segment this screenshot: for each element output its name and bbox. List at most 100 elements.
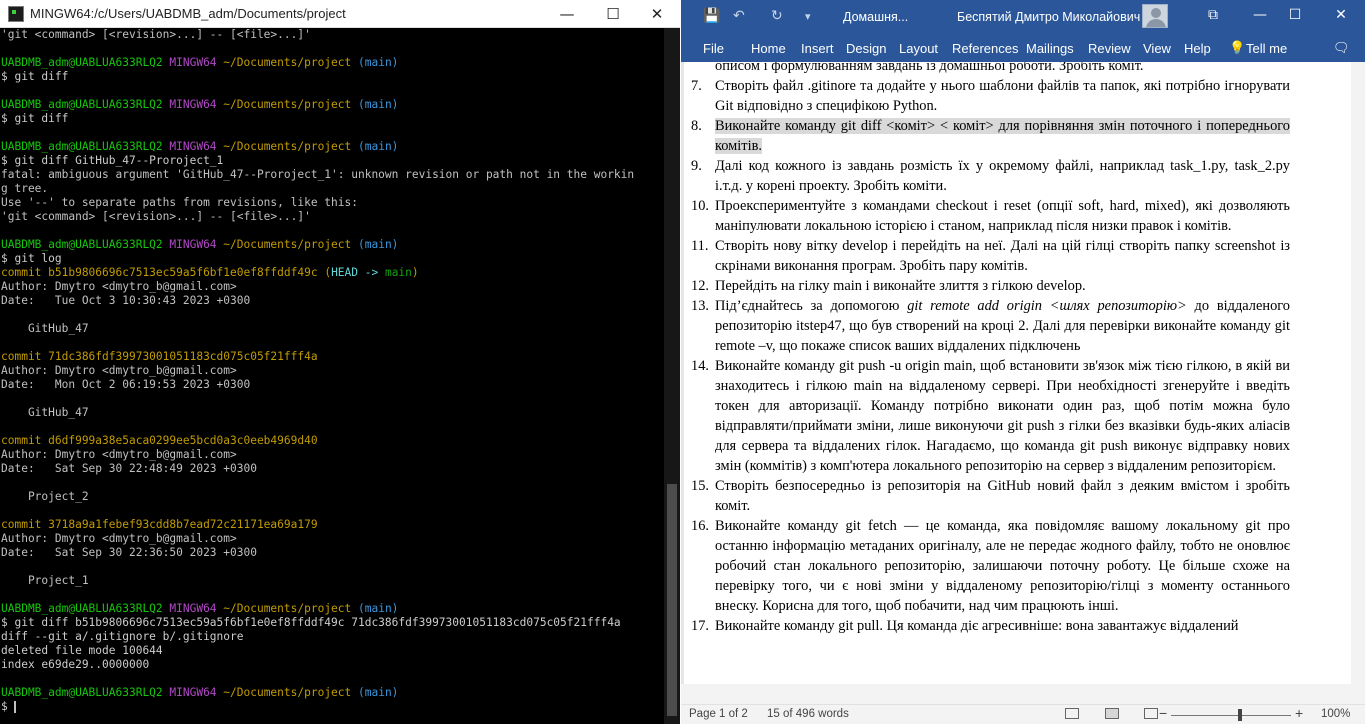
minimize-button[interactable]: —: [544, 0, 590, 28]
list-item[interactable]: 16. Виконайте команду git fetch — це кома…: [685, 516, 1290, 616]
list-text: Виконайте команду git pull. Ця команда д…: [715, 618, 1239, 634]
terminal-line: $: [1, 700, 17, 713]
list-number: 7.: [691, 78, 702, 94]
terminal-line: UABDMB_adm@UABLUA633RLQ2 MINGW64 ~/Docum…: [1, 686, 399, 699]
terminal-window[interactable]: MINGW64:/c/Users/UABDMB_adm/Documents/pr…: [0, 0, 680, 724]
list-item[interactable]: 10. Проекспериментуйте з командами checko…: [685, 196, 1290, 236]
terminal-line: $ git diff: [1, 112, 69, 125]
list-text: Під’єднайтесь за допомогою git remote ad…: [715, 298, 1291, 354]
zoom-out-button[interactable]: −: [1159, 705, 1167, 721]
ribbon-tabs: File Home Insert Design Layout Reference…: [681, 38, 1365, 60]
terminal-line: Date: Tue Oct 3 10:30:43 2023 +0300: [1, 294, 251, 307]
list-item[interactable]: 12. Перейдіть на гілку main і виконайте з…: [685, 276, 1290, 296]
terminal-line: $ git log: [1, 252, 62, 265]
tell-me-box[interactable]: Tell me: [1246, 41, 1287, 56]
list-item[interactable]: 11. Створіть нову вітку develop і перейді…: [685, 236, 1290, 276]
customize-toolbar-icon[interactable]: ▾: [805, 10, 811, 23]
ribbon-display-options-icon[interactable]: ⧉: [1198, 4, 1228, 26]
web-layout-icon[interactable]: [1144, 708, 1158, 719]
quick-access-toolbar: 💾 ↶ ↻ ▾ Домашня... Беспятий Дмитро Микол…: [681, 0, 1365, 32]
user-avatar[interactable]: [1142, 4, 1168, 28]
tab-help[interactable]: Help: [1184, 41, 1211, 56]
tab-mailings[interactable]: Mailings: [1026, 41, 1074, 56]
terminal-line: $ git diff b51b9806696c7513ec59a5f6bf1e0…: [1, 616, 621, 629]
list-text: Створіть безпосередньо із репозиторія на…: [715, 478, 1290, 514]
comments-icon[interactable]: 🗨: [1333, 41, 1350, 56]
print-layout-icon[interactable]: [1105, 708, 1119, 719]
close-button[interactable]: ✕: [1326, 4, 1356, 26]
terminal-line: UABDMB_adm@UABLUA633RLQ2 MINGW64 ~/Docum…: [1, 238, 399, 251]
tab-view[interactable]: View: [1143, 41, 1171, 56]
tab-layout[interactable]: Layout: [899, 41, 938, 56]
tab-references[interactable]: References: [952, 41, 1018, 56]
terminal-line: UABDMB_adm@UABLUA633RLQ2 MINGW64 ~/Docum…: [1, 98, 399, 111]
user-name[interactable]: Беспятий Дмитро Миколайович: [957, 10, 1140, 24]
document-body[interactable]: описом і формулюванням завдань із домашн…: [685, 62, 1290, 636]
list-text: Створіть нову вітку develop і перейдіть …: [715, 238, 1290, 274]
status-bar: Page 1 of 2 15 of 496 words − + 100%: [681, 704, 1365, 724]
terminal-titlebar[interactable]: MINGW64:/c/Users/UABDMB_adm/Documents/pr…: [0, 0, 680, 28]
minimize-button[interactable]: —: [1245, 4, 1275, 26]
list-text: Перейдіть на гілку main і виконайте злит…: [715, 278, 1086, 294]
tab-insert[interactable]: Insert: [801, 41, 834, 56]
terminal-line: index e69de29..0000000: [1, 658, 150, 671]
terminal-scrollbar[interactable]: [664, 28, 680, 724]
scrollbar-thumb[interactable]: [667, 484, 677, 716]
terminal-line: 'git <command> [<revision>...] -- [<file…: [1, 28, 311, 41]
word-window[interactable]: 💾 ↶ ↻ ▾ Домашня... Беспятий Дмитро Микол…: [681, 0, 1365, 724]
ribbon: 💾 ↶ ↻ ▾ Домашня... Беспятий Дмитро Микол…: [681, 0, 1365, 62]
terminal-output[interactable]: 'git <command> [<revision>...] -- [<file…: [0, 28, 664, 724]
tab-file[interactable]: File: [703, 41, 724, 56]
document-title[interactable]: Домашня...: [843, 10, 908, 24]
terminal-line: GitHub_47: [1, 322, 89, 335]
list-number: 14.: [691, 358, 709, 374]
list-item[interactable]: 15. Створіть безпосередньо із репозиторія…: [685, 476, 1290, 516]
tab-home[interactable]: Home: [751, 41, 786, 56]
close-button[interactable]: ✕: [634, 0, 680, 28]
list-item[interactable]: 17. Виконайте команду git pull. Ця команд…: [685, 616, 1290, 636]
list-text: Створіть файл .gitinore та додайте у ньо…: [715, 78, 1290, 114]
maximize-button[interactable]: ☐: [590, 0, 636, 28]
list-text: Виконайте команду git diff <коміт> < ком…: [715, 118, 1290, 154]
page-count[interactable]: Page 1 of 2: [689, 708, 748, 720]
zoom-in-button[interactable]: +: [1295, 705, 1303, 721]
list-item[interactable]: 14. Виконайте команду git push -u origin …: [685, 356, 1290, 476]
list-item[interactable]: 8. Виконайте команду git diff <коміт> < к…: [685, 116, 1290, 156]
word-count[interactable]: 15 of 496 words: [767, 708, 849, 720]
tab-design[interactable]: Design: [846, 41, 886, 56]
maximize-button[interactable]: ☐: [1280, 4, 1310, 26]
terminal-line: Date: Sat Sep 30 22:48:49 2023 +0300: [1, 462, 257, 475]
terminal-line: Author: Dmytro <dmytro_b@gmail.com>: [1, 364, 237, 377]
list-number: 17.: [691, 618, 709, 634]
terminal-line: Use '--' to separate paths from revision…: [1, 196, 358, 209]
terminal-line: Date: Sat Sep 30 22:36:50 2023 +0300: [1, 546, 257, 559]
redo-icon[interactable]: ↻: [771, 8, 783, 24]
tab-review[interactable]: Review: [1088, 41, 1131, 56]
list-text: Виконайте команду git fetch — це команда…: [715, 518, 1290, 614]
list-number: 10.: [691, 198, 709, 214]
terminal-line: Author: Dmytro <dmytro_b@gmail.com>: [1, 532, 237, 545]
zoom-level[interactable]: 100%: [1321, 708, 1350, 720]
document-scrollbar[interactable]: [1351, 62, 1365, 684]
list-item[interactable]: 13. Під’єднайтесь за допомогою git remote…: [685, 296, 1290, 356]
save-icon[interactable]: 💾: [703, 8, 720, 24]
list-item[interactable]: 7. Створіть файл .gitinore та додайте у н…: [685, 76, 1290, 116]
terminal-line: UABDMB_adm@UABLUA633RLQ2 MINGW64 ~/Docum…: [1, 56, 399, 69]
list-number: 15.: [691, 478, 709, 494]
list-text: Далі код кожного із завдань розмість їх …: [715, 158, 1290, 194]
terminal-line: $ git diff: [1, 70, 69, 83]
zoom-slider-thumb[interactable]: [1238, 709, 1242, 721]
document-page-area[interactable]: описом і формулюванням завдань із домашн…: [681, 62, 1365, 684]
terminal-line: GitHub_47: [1, 406, 89, 419]
list-item[interactable]: 9. Далі код кожного із завдань розмість ї…: [685, 156, 1290, 196]
terminal-line: fatal: ambiguous argument 'GitHub_47--Pr…: [1, 168, 635, 181]
read-mode-icon[interactable]: [1065, 708, 1079, 719]
list-number: 16.: [691, 518, 709, 534]
zoom-slider[interactable]: [1171, 715, 1291, 716]
undo-icon[interactable]: ↶: [733, 8, 745, 24]
